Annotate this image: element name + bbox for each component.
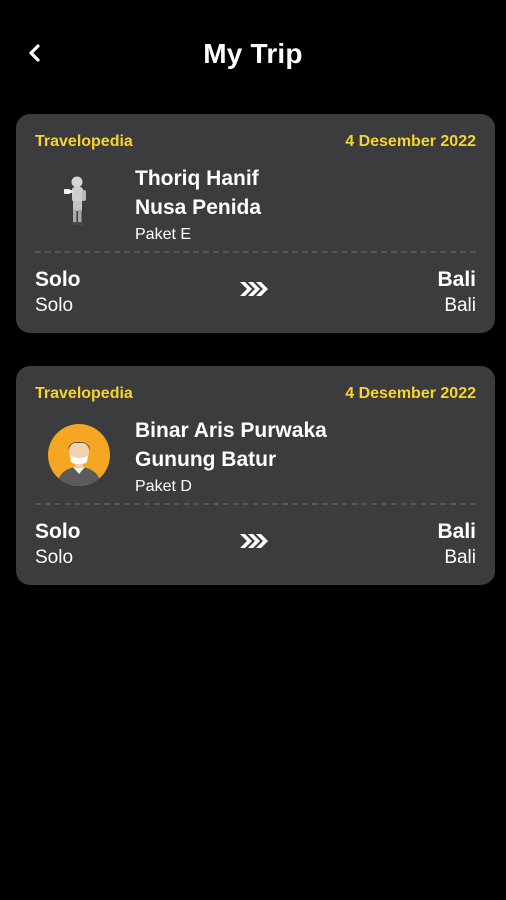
route-origin: Solo Solo: [35, 518, 81, 571]
route-arrow: [238, 532, 270, 550]
card-header: Travelopedia 4 Desember 2022: [35, 385, 476, 403]
destination-city: Bali: [437, 520, 476, 543]
divider: [35, 503, 476, 505]
person-standing-avatar: [64, 176, 86, 225]
trip-card[interactable]: Travelopedia 4 Desember 2022 Thoriq Hani…: [16, 114, 495, 333]
trip-info: Thoriq Hanif Nusa Penida Paket E: [135, 164, 261, 246]
route-origin: Solo Solo: [35, 266, 81, 319]
traveler-name: Binar Aris Purwaka: [135, 419, 327, 442]
destination-name: Gunung Batur: [135, 448, 277, 471]
destination-sub: Bali: [444, 295, 476, 316]
traveler-name: Thoriq Hanif: [135, 167, 259, 190]
triple-chevron-right-icon: [240, 282, 268, 296]
destination-city: Bali: [437, 268, 476, 291]
divider: [35, 251, 476, 253]
avatar: [46, 422, 112, 488]
triple-chevron-right-icon: [240, 534, 268, 548]
package-label: Paket D: [135, 478, 192, 495]
avatar: [46, 170, 112, 236]
package-label: Paket E: [135, 226, 192, 243]
destination-name: Nusa Penida: [135, 196, 262, 219]
origin-city: Solo: [35, 268, 81, 291]
route-destination: Bali Bali: [437, 518, 476, 571]
origin-sub: Solo: [35, 295, 74, 316]
trip-date: 4 Desember 2022: [345, 385, 476, 402]
person-circle-avatar: [48, 424, 110, 486]
route-destination: Bali Bali: [437, 266, 476, 319]
route-arrow: [238, 280, 270, 298]
trip-info: Binar Aris Purwaka Gunung Batur Paket D: [135, 416, 327, 498]
trip-card[interactable]: Travelopedia 4 Desember 2022 Binar Aris …: [16, 366, 495, 585]
agency-name: Travelopedia: [35, 385, 133, 402]
agency-name: Travelopedia: [35, 133, 133, 150]
origin-city: Solo: [35, 520, 81, 543]
page-title: My Trip: [203, 38, 303, 69]
card-header: Travelopedia 4 Desember 2022: [35, 133, 476, 151]
destination-sub: Bali: [444, 547, 476, 568]
app-header: My Trip: [0, 0, 506, 112]
trip-date: 4 Desember 2022: [345, 133, 476, 150]
origin-sub: Solo: [35, 547, 74, 568]
